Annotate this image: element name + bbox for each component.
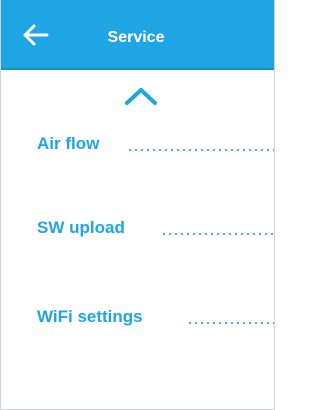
menu-item-sw-upload[interactable]: SW upload [37,214,274,244]
scroll-up-button[interactable] [119,82,163,110]
menu-item-label: Air flow [37,134,100,153]
dotted-leader [161,233,274,235]
header-bar: Service [1,0,274,70]
menu-item-wifi-settings[interactable]: WiFi settings [37,303,274,333]
menu-item-label: SW upload [37,218,125,237]
chevron-up-icon [125,88,157,105]
dotted-leader [127,149,274,151]
service-screen: Service Air flow SW upload WiFi settings [0,0,275,410]
dotted-leader [187,322,274,324]
page-title: Service [107,29,165,46]
menu-item-label: WiFi settings [37,307,143,326]
menu-item-air-flow[interactable]: Air flow [37,130,274,160]
